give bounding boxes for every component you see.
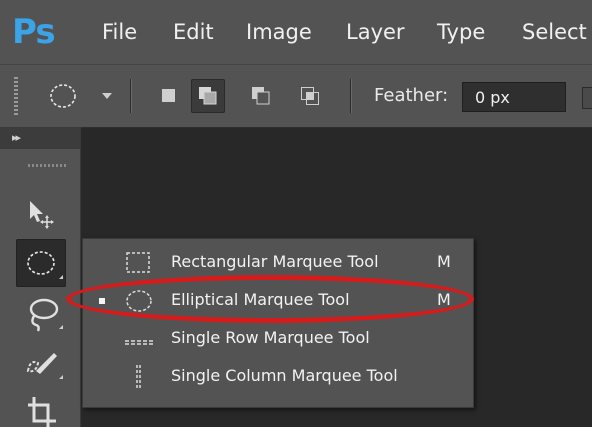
add-to-selection-button[interactable] [191, 79, 225, 113]
options-bar-grip[interactable] [14, 77, 18, 115]
menu-select[interactable]: Select [522, 18, 587, 46]
menu-item-label: Single Row Marquee Tool [171, 328, 370, 347]
tools-panel-header[interactable]: ▸▸ [0, 127, 80, 149]
move-tool-button[interactable] [16, 189, 66, 237]
move-tool-icon [30, 201, 54, 229]
feather-input[interactable]: 0 px [462, 82, 566, 112]
single-row-marquee-icon [125, 340, 153, 345]
quick-selection-tool-button[interactable] [16, 341, 66, 389]
menu-item-single-column-marquee[interactable]: Single Column Marquee Tool [83, 357, 473, 395]
single-column-marquee-icon [136, 365, 141, 389]
crop-tool-icon [28, 397, 56, 427]
elliptical-marquee-icon [126, 290, 152, 312]
menu-item-rectangular-marquee[interactable]: Rectangular Marquee Tool M [83, 243, 473, 281]
elliptical-marquee-icon[interactable] [49, 82, 77, 110]
menu-layer[interactable]: Layer [346, 18, 405, 46]
options-bar: Feather: 0 px [0, 64, 592, 128]
options-divider [350, 79, 351, 113]
feather-label: Feather: [374, 85, 449, 106]
tools-panel-grip[interactable] [28, 164, 66, 167]
menu-item-label: Single Column Marquee Tool [171, 366, 398, 385]
lasso-tool-button[interactable] [16, 291, 66, 339]
add-to-selection-icon [199, 87, 217, 105]
tools-panel: ▸▸ [0, 127, 81, 427]
menu-item-label: Rectangular Marquee Tool [171, 252, 379, 271]
rectangular-marquee-icon [126, 252, 150, 273]
lasso-tool-icon [29, 298, 63, 332]
crop-tool-button[interactable] [16, 389, 66, 427]
ps-logo: Ps [12, 12, 56, 52]
selected-bullet-icon [99, 298, 105, 304]
options-divider [130, 79, 131, 113]
menu-image[interactable]: Image [246, 18, 312, 46]
intersect-selection-icon [301, 87, 319, 105]
tool-preset-dropdown-icon[interactable] [102, 93, 112, 99]
menu-edit[interactable]: Edit [173, 18, 214, 46]
menu-item-label: Elliptical Marquee Tool [171, 290, 350, 309]
menu-bar: Ps File Edit Image Layer Type Select [0, 0, 592, 64]
new-selection-icon [162, 89, 175, 102]
new-selection-button[interactable] [152, 79, 186, 113]
quick-selection-tool-icon [26, 353, 63, 379]
subtract-from-selection-icon [252, 87, 270, 105]
anti-alias-checkbox[interactable] [582, 87, 592, 109]
elliptical-marquee-tool-button[interactable] [16, 239, 66, 287]
intersect-selection-button[interactable] [293, 79, 327, 113]
photoshop-window: Ps File Edit Image Layer Type Select Fea… [0, 0, 592, 427]
shortcut-key: M [437, 290, 451, 309]
menu-type[interactable]: Type [437, 18, 485, 46]
menu-item-single-row-marquee[interactable]: Single Row Marquee Tool [83, 319, 473, 357]
menu-item-elliptical-marquee[interactable]: Elliptical Marquee Tool M [83, 281, 473, 319]
elliptical-marquee-tool-icon [27, 251, 63, 279]
marquee-tools-flyout: Rectangular Marquee Tool M Elliptical Ma… [82, 238, 474, 408]
expand-panel-icon[interactable]: ▸▸ [12, 131, 21, 144]
menu-file[interactable]: File [102, 18, 137, 46]
subtract-from-selection-button[interactable] [244, 79, 278, 113]
shortcut-key: M [437, 252, 451, 271]
